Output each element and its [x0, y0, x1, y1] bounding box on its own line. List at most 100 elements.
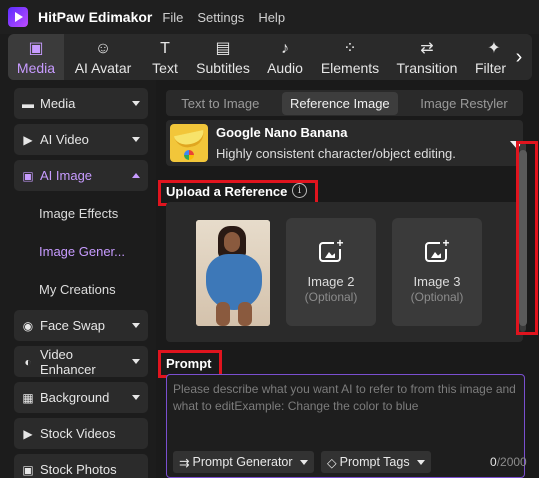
- sidebar-subitem-image-effects[interactable]: Image Effects: [39, 206, 118, 221]
- prompt-generator-icon: ⇉: [179, 455, 190, 470]
- toolbar-label: AI Avatar: [74, 60, 132, 76]
- audio-icon: ♪: [281, 40, 289, 57]
- sidebar: ▬ Media ▶ AI Video ▣ AI Image Image Effe…: [0, 80, 156, 478]
- image-icon: ▣: [22, 168, 34, 183]
- toolbar-elements[interactable]: ⁘ Elements: [312, 34, 388, 80]
- banana-icon: [173, 130, 207, 150]
- media-icon: ▣: [28, 40, 44, 57]
- chevron-down-icon: [132, 359, 140, 364]
- stock-video-icon: ▶: [23, 426, 33, 441]
- elements-icon: ⁘: [343, 40, 357, 57]
- background-icon: ▦: [22, 390, 34, 405]
- sidebar-item-label: AI Image: [40, 168, 93, 183]
- chevron-down-icon: [132, 323, 140, 328]
- toolbar-audio[interactable]: ♪ Audio: [258, 34, 312, 80]
- sidebar-item-label: Video Enhancer: [40, 346, 96, 377]
- sidebar-item-label: Stock Photos: [40, 462, 117, 477]
- prompt-generator-label: Prompt Generator: [192, 455, 293, 469]
- model-description: Highly consistent character/object editi…: [216, 146, 456, 161]
- app-logo-icon: [8, 7, 28, 27]
- sidebar-item-ai-video[interactable]: ▶ AI Video: [14, 124, 148, 155]
- sidebar-item-ai-image[interactable]: ▣ AI Image: [14, 160, 148, 191]
- transition-icon: ⇄: [420, 40, 434, 57]
- chevron-down-icon: [132, 101, 140, 106]
- text-icon: T: [160, 40, 170, 57]
- slot-label: Image 3: [413, 274, 461, 289]
- menu-file[interactable]: File: [162, 10, 183, 25]
- chevron-down-icon: [416, 459, 425, 465]
- stock-photo-icon: ▣: [22, 462, 34, 477]
- google-logo-icon: [184, 150, 194, 160]
- model-selector[interactable]: Google Nano Banana Highly consistent cha…: [166, 120, 524, 166]
- enhancer-icon: ◐: [24, 354, 32, 369]
- character-counter: 0/2000: [490, 455, 527, 469]
- video-icon: ▶: [23, 132, 33, 147]
- toolbar-label: Text: [152, 60, 178, 76]
- folder-icon: ▬: [22, 96, 34, 111]
- tab-text-to-image[interactable]: Text to Image: [173, 92, 267, 115]
- slot-label: Image 2: [307, 274, 355, 289]
- add-image-icon: +: [319, 237, 346, 262]
- add-image-icon: +: [425, 237, 452, 262]
- menu-bar: File Settings Help: [162, 10, 285, 25]
- reference-upload-area: + Image 2 (Optional) + Image 3 (Optional…: [166, 202, 523, 342]
- model-thumbnail: [170, 124, 208, 162]
- tab-image-restyler[interactable]: Image Restyler: [412, 92, 515, 115]
- subtitles-icon: ▤: [215, 40, 231, 57]
- toolbar-media[interactable]: ▣ Media: [8, 34, 64, 80]
- toolbar-label: Audio: [267, 60, 303, 76]
- prompt-textarea[interactable]: Please describe what you want AI to refe…: [166, 374, 527, 478]
- prompt-tags-button[interactable]: ◇ Prompt Tags: [321, 451, 431, 473]
- toolbar-subtitles[interactable]: ▤ Subtitles: [188, 34, 258, 80]
- toolbar-label: Elements: [320, 60, 380, 76]
- slot-optional: (Optional): [304, 290, 358, 304]
- prompt-placeholder: Please describe what you want AI to refe…: [173, 382, 516, 413]
- main-toolbar: ▣ Media ☺ AI Avatar T Text ▤ Subtitles ♪…: [8, 34, 532, 80]
- sidebar-item-label: AI Video: [40, 132, 89, 147]
- prompt-tags-label: Prompt Tags: [339, 455, 410, 469]
- menu-settings[interactable]: Settings: [197, 10, 244, 25]
- tab-reference-image[interactable]: Reference Image: [281, 91, 398, 115]
- mode-tabs: Text to Image Reference Image Image Rest…: [166, 90, 523, 116]
- slot-optional: (Optional): [410, 290, 464, 304]
- sidebar-item-label: Face Swap: [40, 318, 106, 333]
- chevron-down-icon: [132, 137, 140, 142]
- sidebar-item-label: Background: [40, 390, 110, 405]
- highlight-box: [516, 141, 538, 335]
- reference-slot-image-2[interactable]: + Image 2 (Optional): [286, 218, 376, 326]
- sidebar-item-video-enhancer[interactable]: ◐ Video Enhancer: [14, 346, 148, 377]
- reference-image-1[interactable]: [196, 220, 270, 326]
- ai-avatar-icon: ☺: [94, 40, 112, 57]
- chevron-up-icon: [132, 173, 140, 178]
- app-name: HitPaw Edimakor: [38, 9, 153, 25]
- toolbar-text[interactable]: T Text: [142, 34, 188, 80]
- sidebar-item-face-swap[interactable]: ◉ Face Swap: [14, 310, 148, 341]
- sidebar-item-label: Stock Videos: [40, 426, 116, 441]
- ai-image-panel: Text to Image Reference Image Image Rest…: [156, 80, 539, 478]
- sidebar-item-background[interactable]: ▦ Background: [14, 382, 148, 413]
- title-bar: HitPaw Edimakor File Settings Help: [0, 0, 539, 34]
- toolbar-ai-avatar[interactable]: ☺ AI Avatar: [64, 34, 142, 80]
- sidebar-item-stock-videos[interactable]: ▶ Stock Videos: [14, 418, 148, 449]
- toolbar-label: Transition: [396, 60, 458, 76]
- chevron-down-icon: [299, 459, 308, 465]
- sidebar-subitem-my-creations[interactable]: My Creations: [39, 282, 116, 297]
- toolbar-label: Media: [16, 60, 56, 76]
- filters-icon: ✦: [487, 40, 501, 57]
- chevron-right-icon[interactable]: ›: [506, 34, 532, 80]
- prompt-generator-button[interactable]: ⇉ Prompt Generator: [173, 451, 314, 473]
- toolbar-label: Subtitles: [196, 60, 250, 76]
- tag-icon: ◇: [327, 455, 337, 470]
- sidebar-item-label: Media: [40, 96, 76, 111]
- sidebar-item-media[interactable]: ▬ Media: [14, 88, 148, 119]
- face-swap-icon: ◉: [22, 318, 34, 333]
- sidebar-subitem-image-generator[interactable]: Image Gener...: [39, 244, 125, 259]
- chevron-down-icon: [132, 395, 140, 400]
- sidebar-item-stock-photos[interactable]: ▣ Stock Photos: [14, 454, 148, 478]
- menu-help[interactable]: Help: [258, 10, 285, 25]
- character-count: 0: [490, 455, 497, 469]
- character-max: /2000: [496, 455, 527, 469]
- reference-slot-image-3[interactable]: + Image 3 (Optional): [392, 218, 482, 326]
- toolbar-transition[interactable]: ⇄ Transition: [388, 34, 466, 80]
- model-name: Google Nano Banana: [216, 125, 348, 140]
